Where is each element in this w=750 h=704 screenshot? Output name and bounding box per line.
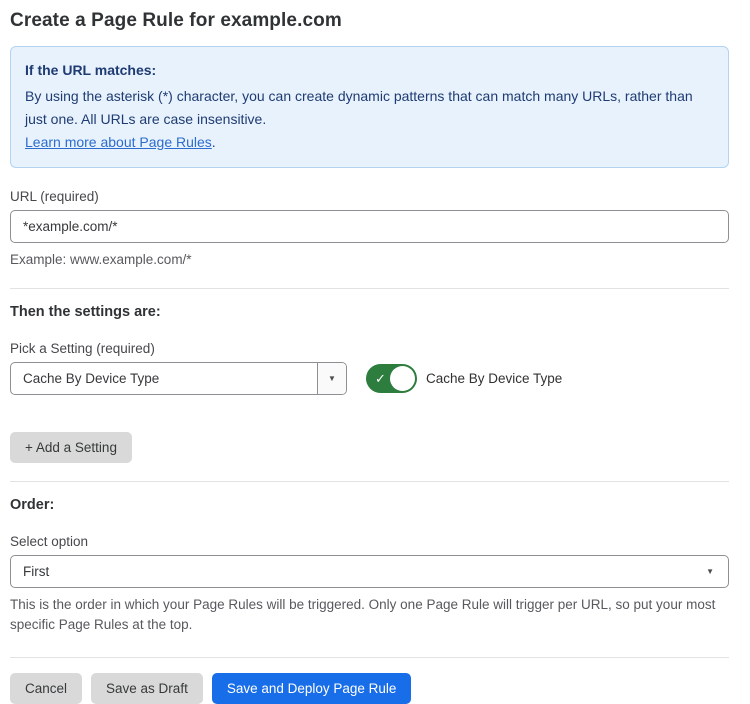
cache-device-toggle[interactable]: ✓ — [366, 364, 417, 393]
url-field-label: URL (required) — [10, 189, 729, 204]
url-match-info-box: If the URL matches: By using the asteris… — [10, 46, 729, 168]
info-box-body: By using the asterisk (*) character, you… — [25, 85, 714, 131]
info-box-link-line: Learn more about Page Rules. — [25, 131, 714, 154]
toggle-label: Cache By Device Type — [426, 371, 562, 386]
footer-actions: Cancel Save as Draft Save and Deploy Pag… — [10, 673, 729, 704]
order-select[interactable]: First ▼ — [10, 555, 729, 588]
link-suffix: . — [212, 134, 216, 150]
save-draft-button[interactable]: Save as Draft — [91, 673, 203, 704]
cancel-button[interactable]: Cancel — [10, 673, 82, 704]
check-icon: ✓ — [375, 372, 386, 385]
setting-select-arrow-button[interactable]: ▼ — [317, 363, 346, 394]
setting-select[interactable]: Cache By Device Type ▼ — [10, 362, 347, 395]
create-page-rule-form: Create a Page Rule for example.com If th… — [0, 0, 750, 704]
page-title: Create a Page Rule for example.com — [10, 10, 729, 32]
chevron-down-icon: ▼ — [706, 568, 714, 576]
setting-row: Cache By Device Type ▼ ✓ Cache By Device… — [10, 362, 729, 395]
learn-more-link[interactable]: Learn more about Page Rules — [25, 134, 212, 150]
order-helper-text: This is the order in which your Page Rul… — [10, 595, 729, 635]
chevron-down-icon: ▼ — [328, 375, 336, 383]
url-input[interactable] — [10, 210, 729, 243]
order-section-heading: Order: — [10, 497, 729, 513]
save-deploy-button[interactable]: Save and Deploy Page Rule — [212, 673, 412, 704]
toggle-knob — [390, 366, 415, 391]
setting-select-value: Cache By Device Type — [11, 363, 317, 394]
divider — [10, 288, 729, 289]
add-setting-button[interactable]: + Add a Setting — [10, 432, 132, 463]
settings-section-heading: Then the settings are: — [10, 304, 729, 320]
pick-setting-label: Pick a Setting (required) — [10, 341, 729, 356]
order-select-arrow: ▼ — [706, 556, 728, 587]
divider — [10, 481, 729, 482]
info-box-heading: If the URL matches: — [25, 59, 714, 82]
order-select-label: Select option — [10, 534, 729, 549]
url-example-helper: Example: www.example.com/* — [10, 250, 729, 270]
order-select-value: First — [11, 556, 706, 587]
divider — [10, 657, 729, 658]
